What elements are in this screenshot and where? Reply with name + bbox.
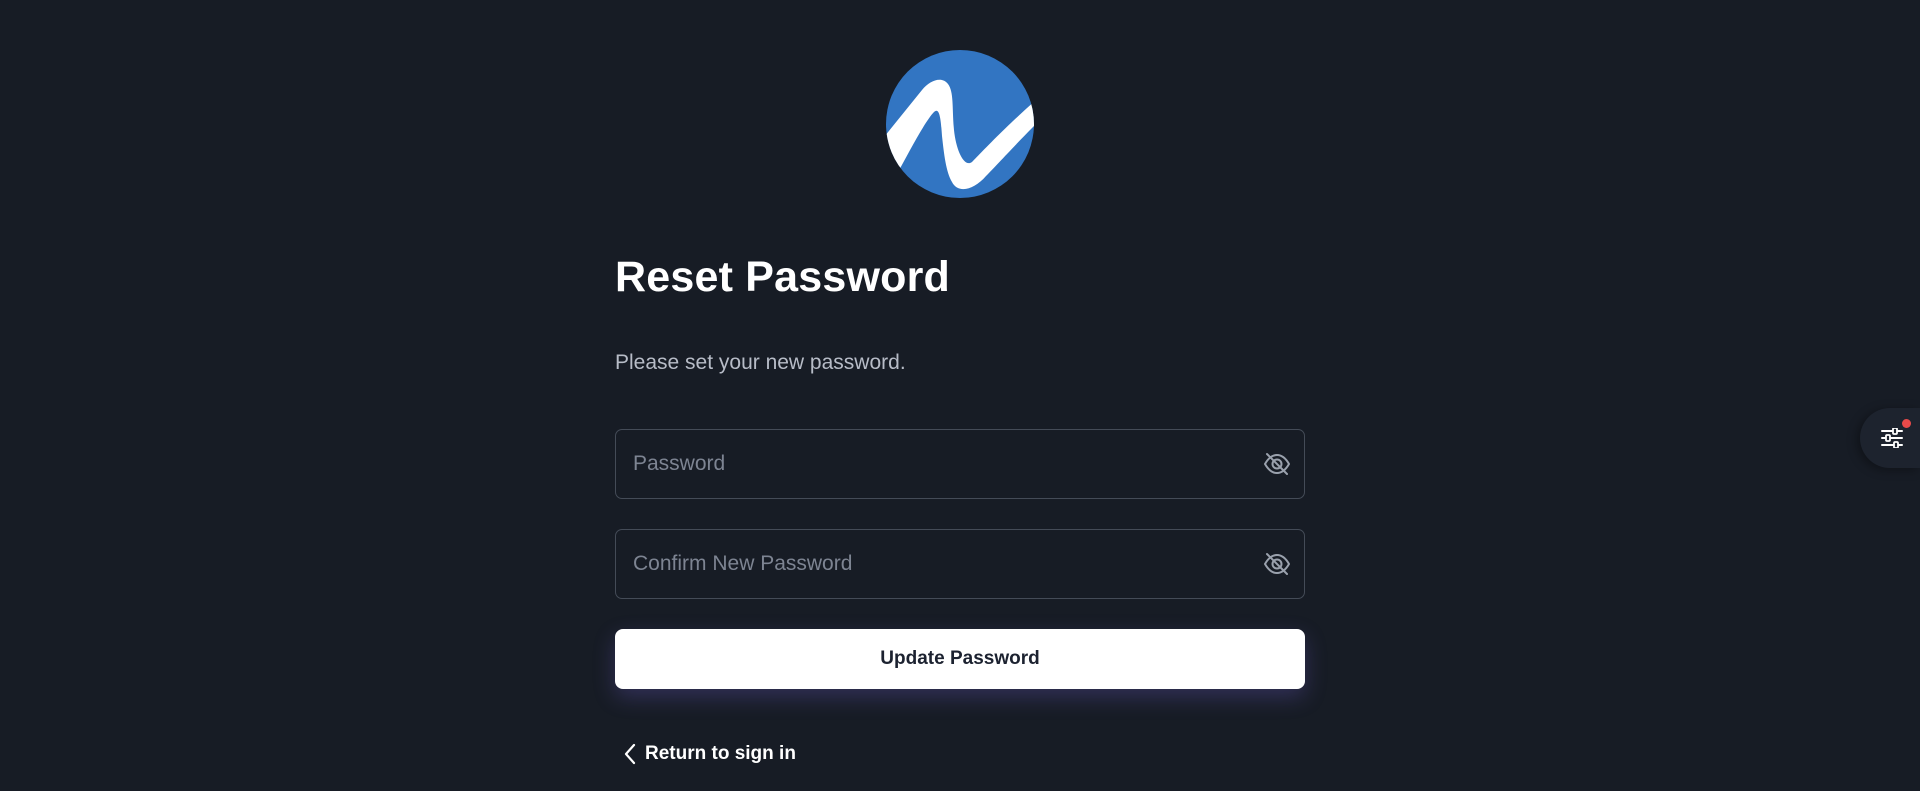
confirm-visibility-toggle-eye-off-icon[interactable] bbox=[1263, 551, 1291, 577]
password-field bbox=[615, 429, 1305, 499]
chevron-left-icon bbox=[624, 743, 636, 765]
password-visibility-toggle-eye-off-icon[interactable] bbox=[1263, 451, 1291, 477]
update-password-button[interactable]: Update Password bbox=[615, 629, 1305, 689]
return-to-sign-in-link[interactable]: Return to sign in bbox=[621, 740, 796, 768]
page-subtitle: Please set your new password. bbox=[615, 351, 906, 374]
reset-password-page: Reset Password Please set your new passw… bbox=[0, 0, 1920, 791]
page-title: Reset Password bbox=[615, 253, 951, 301]
confirm-password-input[interactable] bbox=[616, 530, 1233, 598]
brand-wave-logo-icon bbox=[886, 50, 1034, 198]
password-input[interactable] bbox=[616, 430, 1233, 498]
return-to-sign-in-label: Return to sign in bbox=[645, 743, 796, 764]
brand-logo bbox=[886, 50, 1034, 198]
sliders-icon bbox=[1881, 428, 1903, 448]
settings-button[interactable] bbox=[1860, 408, 1920, 468]
notification-dot bbox=[1902, 419, 1911, 428]
confirm-password-field bbox=[615, 529, 1305, 599]
